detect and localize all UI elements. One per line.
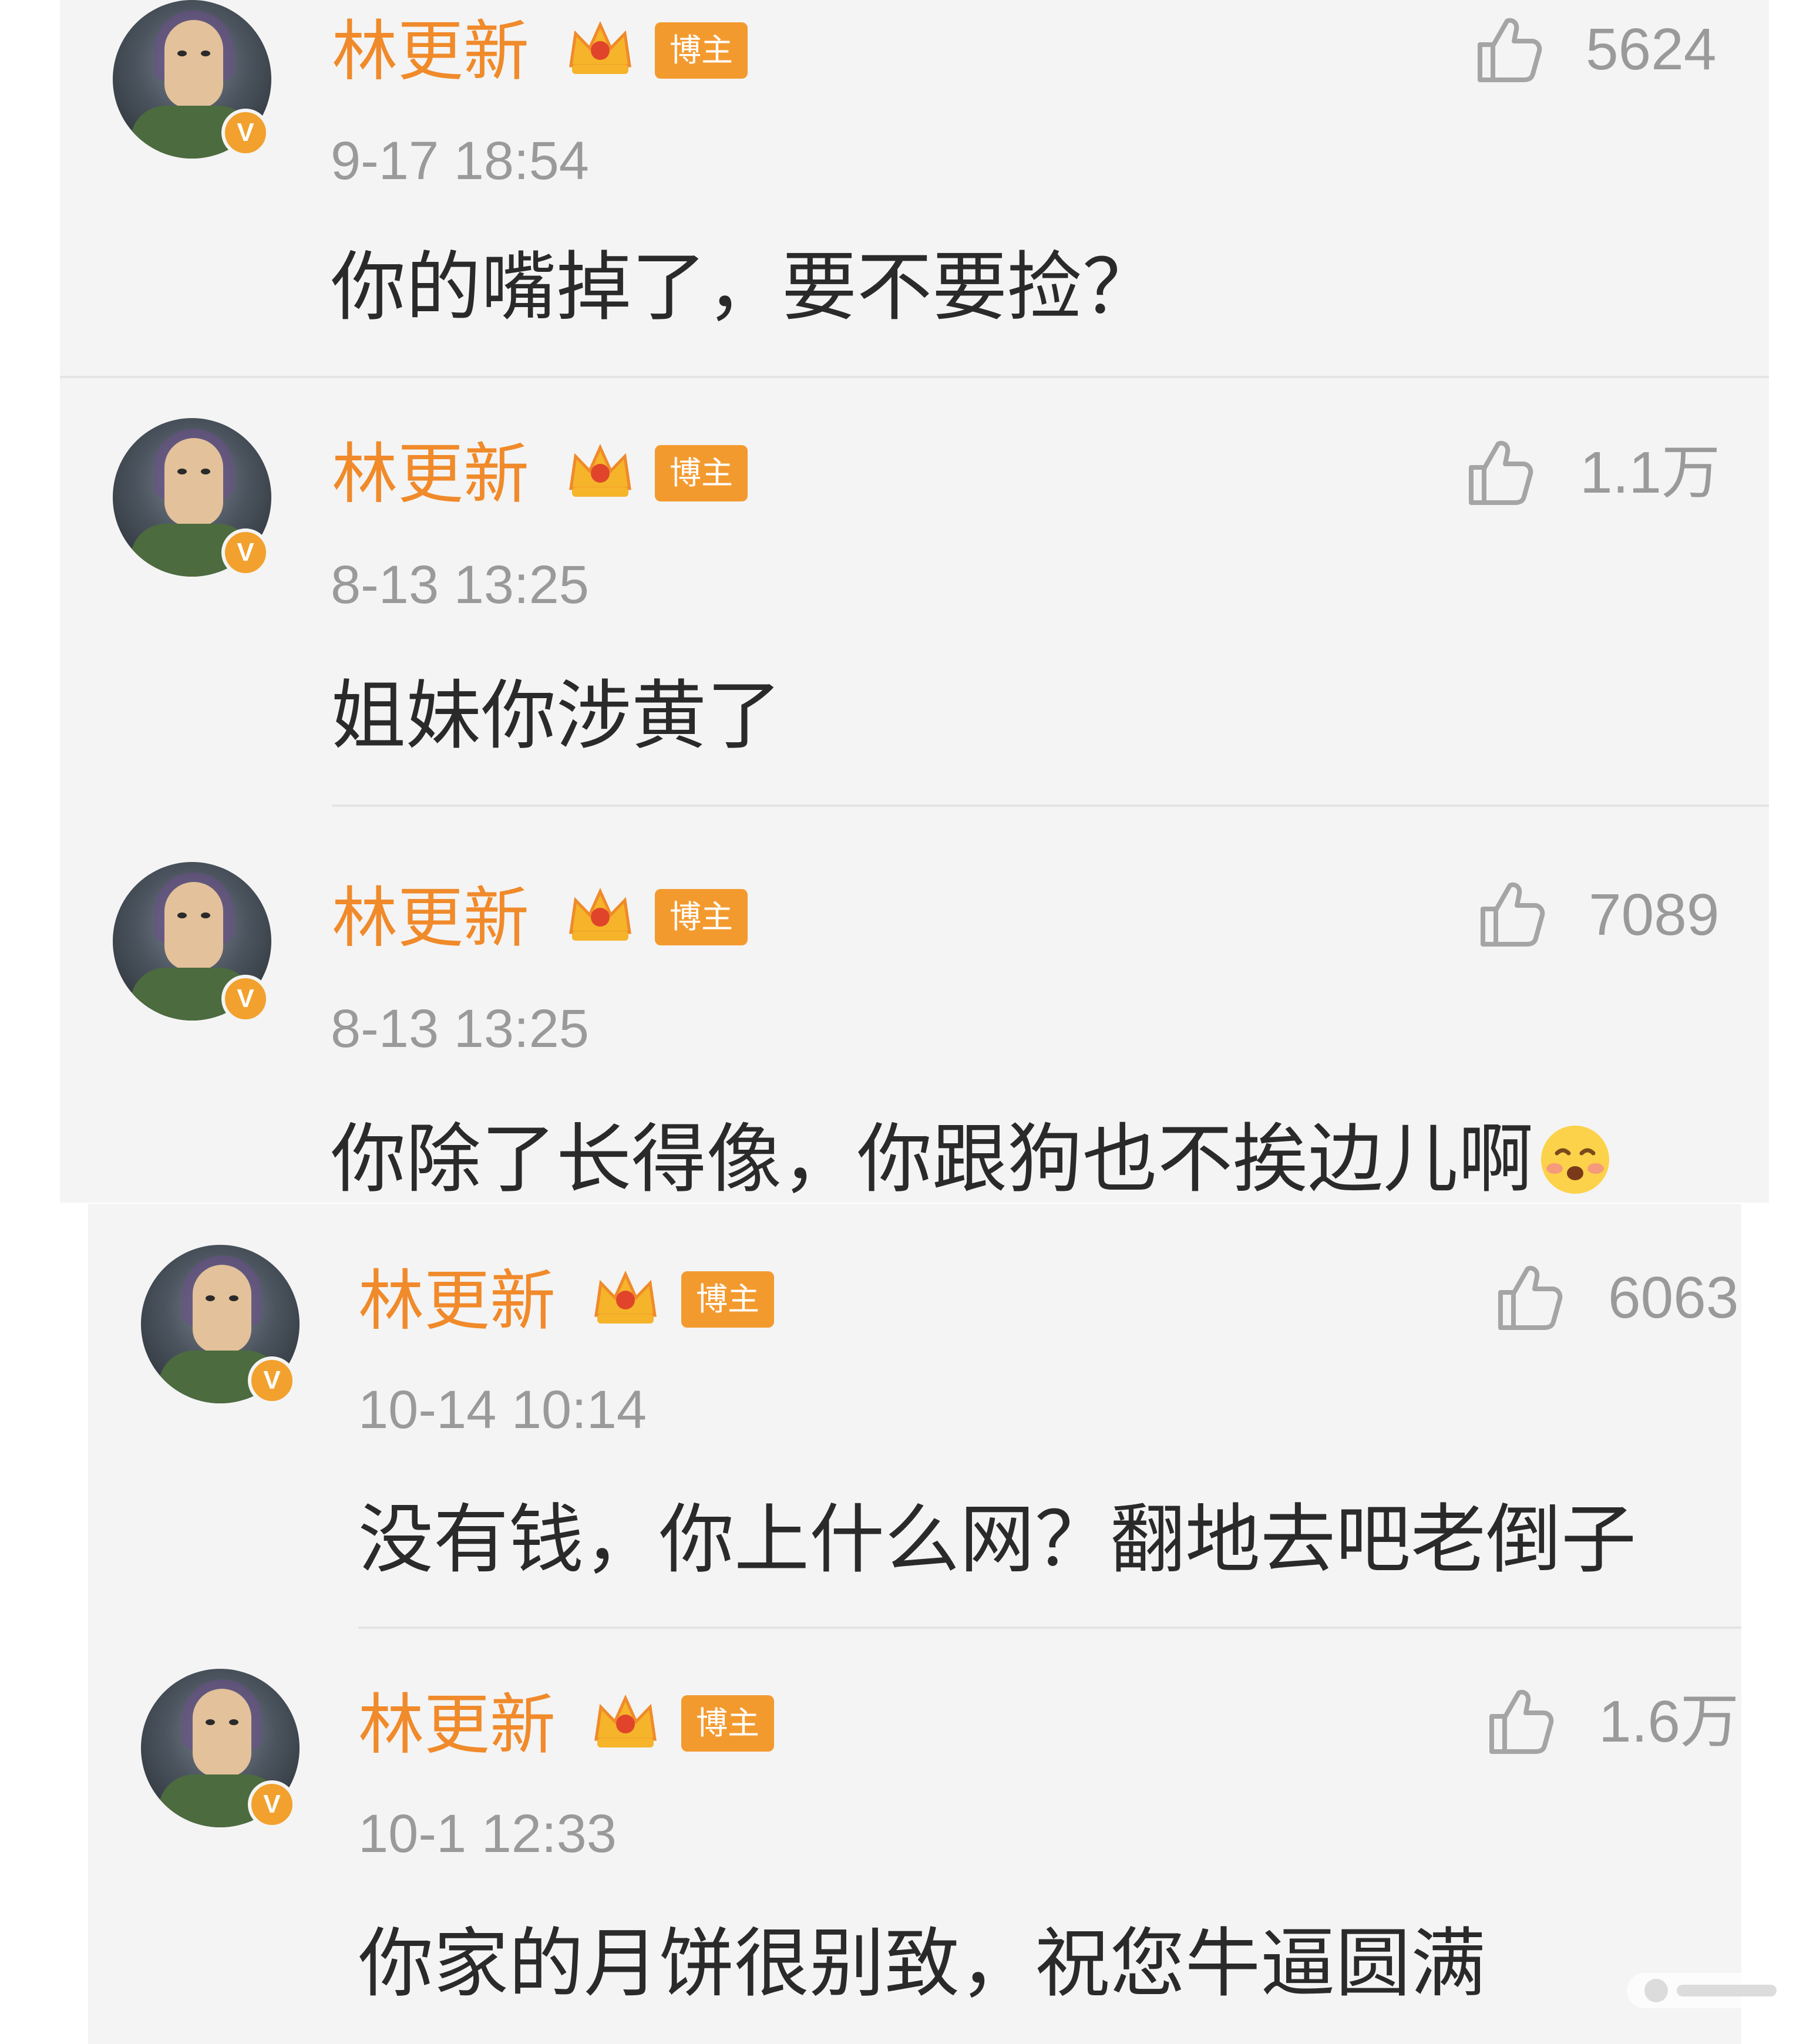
thumbs-up-icon[interactable] bbox=[1489, 1258, 1565, 1335]
like-count: 6063 bbox=[1608, 1265, 1739, 1331]
timestamp: 10-1 12:33 bbox=[358, 1804, 617, 1864]
username[interactable]: 林更新 bbox=[332, 19, 529, 85]
like-count: 7089 bbox=[1589, 882, 1720, 948]
verified-v-icon: V bbox=[221, 975, 270, 1023]
blogger-badge: 博主 bbox=[655, 445, 748, 501]
crown-icon bbox=[569, 443, 631, 497]
thumbs-up-icon[interactable] bbox=[1468, 11, 1545, 87]
username[interactable]: 林更新 bbox=[358, 1692, 556, 1758]
divider bbox=[60, 376, 1769, 378]
verified-v-icon: V bbox=[248, 1356, 296, 1405]
thumbs-up-icon[interactable] bbox=[1471, 875, 1548, 951]
blogger-badge: 博主 bbox=[655, 22, 748, 79]
username[interactable]: 林更新 bbox=[332, 885, 529, 951]
like-count: 1.6万 bbox=[1599, 1689, 1740, 1755]
verified-v-icon: V bbox=[221, 109, 270, 157]
thumbs-up-icon[interactable] bbox=[1459, 433, 1536, 510]
timestamp: 8-13 13:25 bbox=[331, 999, 589, 1059]
comment-text: 你的嘴掉了，要不要捡？ bbox=[331, 244, 1158, 331]
crown-icon bbox=[569, 887, 631, 941]
username[interactable]: 林更新 bbox=[332, 442, 529, 507]
divider bbox=[358, 1627, 1741, 1629]
comment-text-content: 你除了长得像，你跟狗也不挨边儿啊 bbox=[331, 1116, 1534, 1203]
comment-text: 你除了长得像，你跟狗也不挨边儿啊 bbox=[331, 1119, 1613, 1201]
timestamp: 8-13 13:25 bbox=[331, 555, 589, 615]
blogger-badge: 博主 bbox=[681, 1695, 774, 1752]
comment-panel-top bbox=[60, 0, 1769, 1203]
watermark-logo bbox=[1627, 1973, 1791, 2008]
blogger-badge: 博主 bbox=[655, 889, 748, 945]
comment-text: 姐妹你涉黄了 bbox=[331, 672, 782, 760]
thumbs-up-icon[interactable] bbox=[1480, 1682, 1556, 1759]
crown-icon bbox=[569, 21, 631, 74]
crown-icon bbox=[594, 1270, 657, 1324]
divider bbox=[332, 804, 1769, 807]
verified-v-icon: V bbox=[248, 1780, 296, 1829]
crown-icon bbox=[594, 1694, 657, 1747]
like-count: 5624 bbox=[1586, 16, 1717, 82]
timestamp: 9-17 18:54 bbox=[331, 131, 589, 191]
comment-text: 没有钱，你上什么网？翻地去吧老倒子 bbox=[358, 1496, 1637, 1584]
comment-text: 你家的月饼很别致，祝您牛逼圆满 bbox=[358, 1920, 1486, 2008]
like-count: 1.1万 bbox=[1580, 440, 1721, 506]
timestamp: 10-14 10:14 bbox=[358, 1380, 647, 1440]
blogger-badge: 博主 bbox=[681, 1271, 774, 1328]
verified-v-icon: V bbox=[221, 528, 270, 577]
blushing-face-emoji-icon bbox=[1541, 1126, 1610, 1194]
username[interactable]: 林更新 bbox=[358, 1268, 556, 1334]
